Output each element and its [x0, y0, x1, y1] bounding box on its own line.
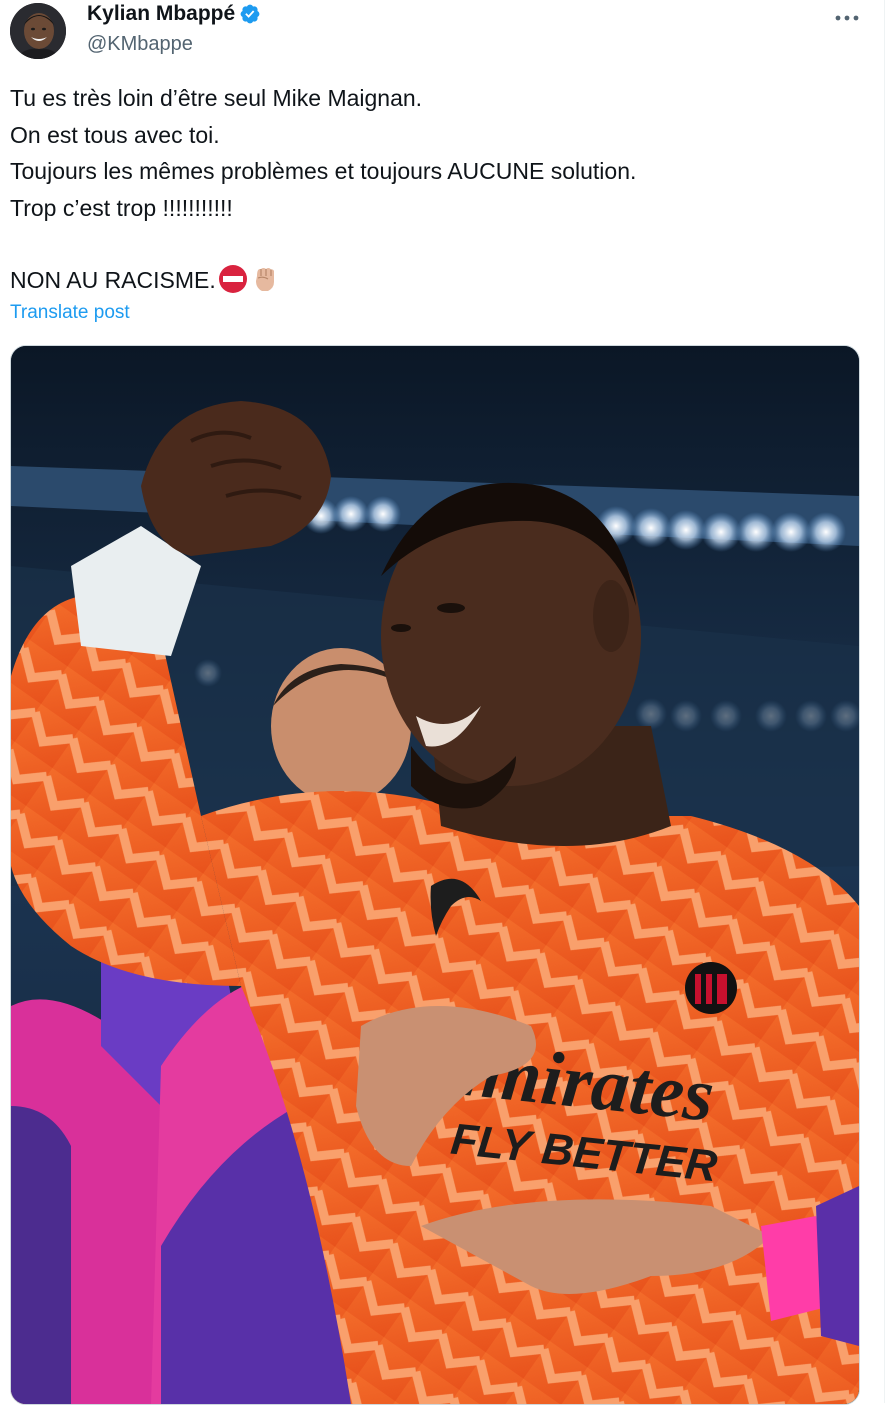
post-media-photo[interactable]: Emirates FLY BETTER: [10, 345, 860, 1405]
post-text-line: Tu es très loin d’être seul Mike Maignan…: [10, 85, 423, 111]
more-options-icon[interactable]: [833, 6, 861, 26]
author-handle[interactable]: @KMbappe: [87, 33, 193, 56]
translate-post-link[interactable]: Translate post: [10, 302, 130, 324]
post-text: Tu es très loin d’être seul Mike Maignan…: [10, 80, 860, 299]
post-text-line: Toujours les mêmes problèmes et toujours…: [10, 158, 637, 184]
post-text-line: On est tous avec toi.: [10, 121, 220, 148]
author-avatar[interactable]: [10, 3, 66, 59]
verified-badge-icon: [240, 4, 260, 24]
post-text-line: NON AU RACISME.: [10, 267, 216, 293]
author-name[interactable]: Kylian Mbappé: [87, 2, 235, 26]
post-header: Kylian Mbappé @KMbappe: [10, 0, 870, 70]
post-text-line: Trop c’est trop !!!!!!!!!!!: [10, 194, 233, 221]
raised-fist-icon: [255, 268, 274, 291]
post-text-last-line: NON AU RACISME.: [10, 262, 860, 299]
post-text-blank-line: [10, 226, 860, 262]
no-entry-icon: [218, 265, 247, 293]
timeline-border: [884, 0, 885, 1403]
club-crest: [685, 962, 737, 1014]
